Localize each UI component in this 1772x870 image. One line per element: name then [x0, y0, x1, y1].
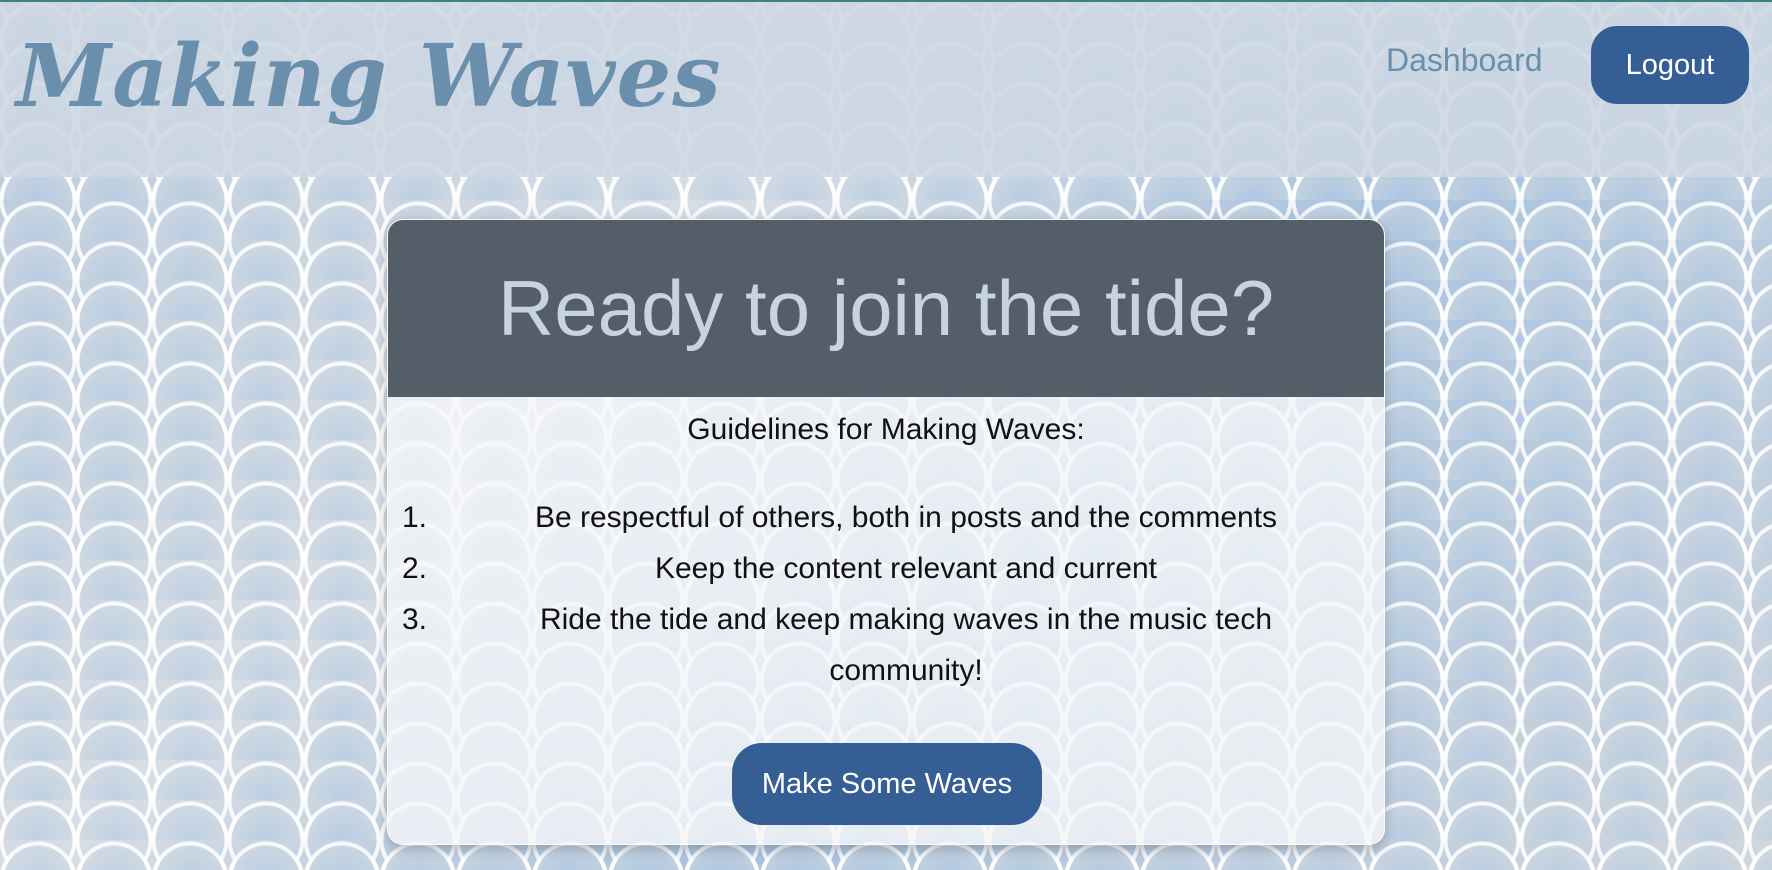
guideline-number: 2. — [402, 552, 428, 585]
guideline-text: Be respectful of others, both in posts a… — [534, 501, 1278, 534]
top-navbar: Making Waves Dashboard Logout — [0, 0, 1772, 177]
guideline-text: Ride the tide and keep making waves in t… — [539, 603, 1273, 687]
logout-button[interactable]: Logout — [1591, 26, 1749, 104]
guideline-text: Keep the content relevant and current — [654, 552, 1157, 585]
card-title: Ready to join the tide? — [497, 264, 1275, 352]
brand-logo[interactable]: Making Waves — [16, 26, 722, 127]
guidelines-list: 1. Be respectful of others, both in post… — [388, 492, 1384, 696]
guideline-item: 1. Be respectful of others, both in post… — [388, 492, 1384, 543]
guidelines-heading: Guidelines for Making Waves: — [687, 413, 1085, 446]
guideline-number: 1. — [402, 501, 428, 534]
guideline-item: 3. Ride the tide and keep making waves i… — [388, 594, 1384, 696]
guideline-item: 2. Keep the content relevant and current — [388, 543, 1384, 594]
guideline-number: 3. — [402, 603, 428, 636]
join-card: Ready to join the tide? Guidelines for M… — [387, 219, 1385, 845]
nav-link-dashboard[interactable]: Dashboard — [1386, 42, 1543, 79]
card-header: Ready to join the tide? — [388, 220, 1384, 397]
make-some-waves-button[interactable]: Make Some Waves — [732, 743, 1042, 825]
